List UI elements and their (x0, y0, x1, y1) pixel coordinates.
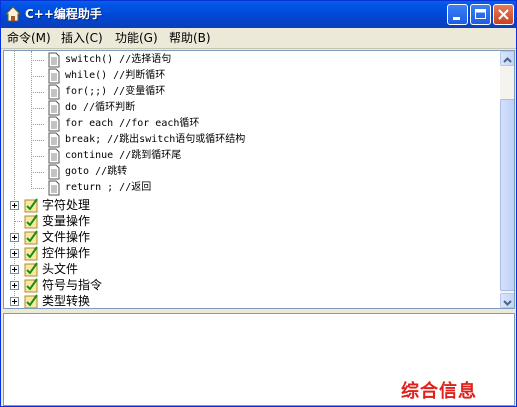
menu-command[interactable]: 命令(M) (7, 30, 51, 46)
command-tree[interactable]: switch() //选择语句 while() //判断循环 for(;;) /… (3, 50, 515, 309)
scroll-up-button[interactable] (500, 51, 514, 66)
checked-folder-icon (24, 246, 38, 261)
checked-folder-icon (24, 294, 38, 308)
close-icon (498, 9, 509, 20)
expand-plus-icon[interactable] (10, 233, 19, 242)
menu-insert[interactable]: 插入(C) (61, 30, 103, 46)
menu-function[interactable]: 功能(G) (115, 30, 158, 46)
document-icon (48, 148, 60, 164)
checked-folder-icon (24, 278, 38, 293)
menu-bar: 命令(M) 插入(C) 功能(G) 帮助(B) (1, 28, 516, 49)
document-icon (48, 100, 60, 116)
maximize-button[interactable] (470, 4, 491, 25)
minimize-button[interactable] (447, 4, 468, 25)
document-icon (48, 68, 60, 84)
scroll-down-button[interactable] (500, 293, 514, 308)
main-window: C++编程助手 命令(M) 插入(C) 功能(G) 帮助(B) switch()… (0, 0, 517, 407)
window-title: C++编程助手 (25, 7, 102, 21)
document-icon (48, 52, 60, 68)
document-icon (48, 116, 60, 132)
home-icon (5, 6, 21, 22)
expand-plus-icon[interactable] (10, 201, 19, 210)
expand-plus-icon[interactable] (10, 281, 19, 290)
tree-guide-line (14, 51, 15, 298)
checked-folder-icon (24, 198, 38, 213)
checked-folder-icon (24, 262, 38, 277)
maximize-icon (475, 9, 486, 19)
expand-plus-icon[interactable] (10, 297, 19, 306)
tree-guide-line (31, 51, 32, 187)
chevron-up-icon (503, 57, 512, 63)
document-icon (48, 84, 60, 100)
document-icon (48, 164, 60, 180)
expand-plus-icon[interactable] (10, 265, 19, 274)
chevron-down-icon (503, 300, 512, 306)
vertical-scrollbar[interactable] (500, 51, 514, 308)
close-button[interactable] (493, 4, 514, 25)
document-icon (48, 132, 60, 148)
minimize-icon (453, 17, 460, 20)
expand-plus-icon[interactable] (10, 249, 19, 258)
title-bar[interactable]: C++编程助手 (1, 1, 516, 28)
document-icon (48, 180, 60, 196)
watermark-text: 综合信息 (401, 381, 477, 402)
checked-folder-icon (24, 230, 38, 245)
scroll-thumb[interactable] (500, 99, 514, 291)
checked-folder-icon (24, 214, 38, 229)
menu-help[interactable]: 帮助(B) (169, 30, 211, 46)
